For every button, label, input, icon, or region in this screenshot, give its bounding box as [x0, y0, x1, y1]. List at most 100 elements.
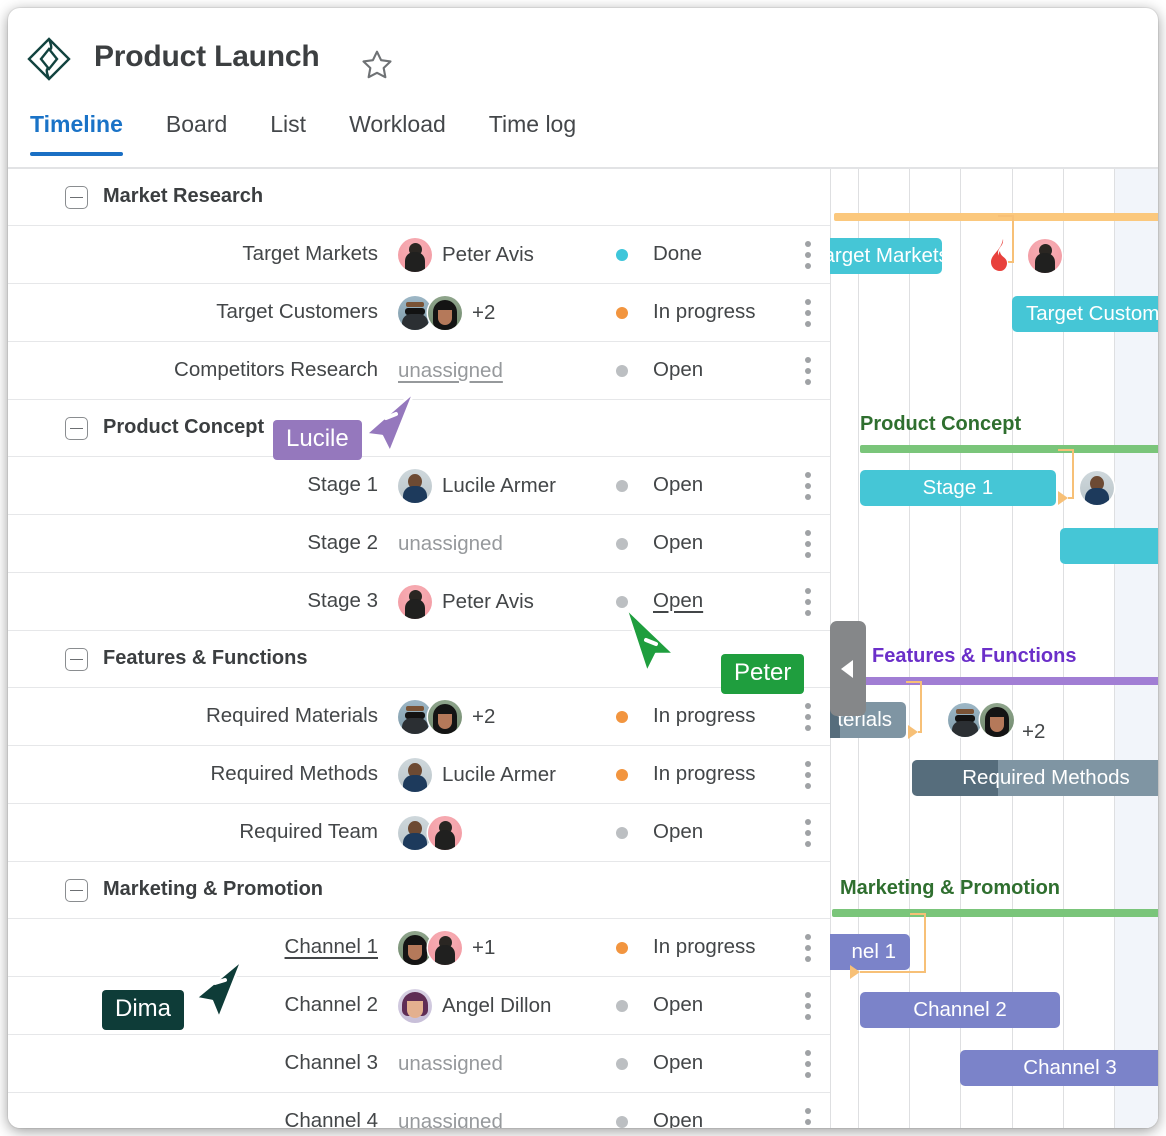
task-name[interactable]: Channel 1 [128, 935, 378, 959]
gantt-bar[interactable]: Required Methods [912, 760, 1158, 796]
row-more-menu-icon[interactable] [800, 528, 816, 560]
tab-time-log[interactable]: Time log [489, 111, 576, 156]
row-more-menu-icon[interactable] [800, 932, 816, 964]
gantt-bar[interactable]: Channel 2 [860, 992, 1060, 1028]
gantt-summary-bar [860, 445, 1158, 453]
status-badge[interactable]: Open [653, 820, 703, 844]
table-row[interactable]: Competitors Research unassigned Open [8, 342, 830, 400]
assignee-overflow-count[interactable]: +2 [1022, 720, 1045, 744]
table-row[interactable]: Stage 1 Lucile Armer Open [8, 457, 830, 515]
avatar[interactable] [398, 584, 432, 619]
gantt-bar[interactable]: Channel 3 [960, 1050, 1158, 1086]
avatar[interactable] [398, 295, 432, 330]
status-badge[interactable]: Open [653, 1109, 703, 1129]
row-more-menu-icon[interactable] [800, 817, 816, 849]
row-more-menu-icon[interactable] [800, 586, 816, 618]
row-more-menu-icon[interactable] [800, 990, 816, 1022]
avatar[interactable] [428, 930, 462, 965]
avatar[interactable] [428, 699, 462, 734]
assignee-overflow-count[interactable]: +1 [472, 936, 495, 960]
gantt-bar[interactable]: Stage 1 [860, 470, 1056, 506]
row-more-menu-icon[interactable] [800, 1106, 816, 1129]
cursor-label: Peter [721, 654, 805, 694]
avatar[interactable] [428, 815, 462, 850]
status-badge[interactable]: Open [653, 993, 703, 1017]
assignee-unassigned[interactable]: unassigned [398, 359, 503, 383]
status-badge[interactable]: Open [653, 1051, 703, 1075]
table-row[interactable]: Target Customers +2 In progress [8, 284, 830, 342]
avatar[interactable] [398, 815, 432, 850]
status-badge[interactable]: Done [653, 242, 702, 266]
row-more-menu-icon[interactable] [800, 1048, 816, 1080]
tab-list[interactable]: List [270, 111, 306, 156]
star-outline-icon[interactable] [360, 48, 394, 82]
gantt-bar[interactable]: Target Customers [1012, 296, 1158, 332]
tab-workload[interactable]: Workload [349, 111, 446, 156]
status-dot [616, 479, 628, 492]
gantt-bar[interactable] [1060, 528, 1158, 564]
table-row[interactable]: Channel 4 unassigned Open [8, 1093, 830, 1128]
tab-timeline[interactable]: Timeline [30, 111, 123, 156]
task-name[interactable]: Channel 4 [128, 1109, 378, 1129]
row-more-menu-icon[interactable] [800, 701, 816, 733]
status-badge[interactable]: In progress [653, 762, 756, 786]
task-name[interactable]: Target Markets [128, 242, 378, 266]
status-dot [616, 826, 628, 839]
row-more-menu-icon[interactable] [800, 759, 816, 791]
assignee-overflow-count[interactable]: +2 [472, 705, 495, 729]
avatar[interactable] [398, 757, 432, 792]
table-row[interactable]: Required Team Open [8, 804, 830, 862]
avatar[interactable] [948, 703, 982, 737]
tab-board[interactable]: Board [166, 111, 227, 156]
tab-label: Board [165, 111, 228, 137]
avatar[interactable] [980, 703, 1014, 737]
task-name[interactable]: Stage 1 [128, 473, 378, 497]
task-name[interactable]: Required Team [128, 820, 378, 844]
avatar[interactable] [398, 237, 432, 272]
table-row[interactable]: Channel 3 unassigned Open [8, 1035, 830, 1093]
table-row[interactable]: Required Methods Lucile Armer In progress [8, 746, 830, 804]
task-name[interactable]: Required Methods [128, 762, 378, 786]
collapse-panel-left-icon[interactable] [830, 621, 866, 716]
avatar[interactable] [428, 295, 462, 330]
avatar[interactable] [398, 930, 432, 965]
task-name[interactable]: Stage 2 [128, 531, 378, 555]
avatar[interactable] [398, 699, 432, 734]
status-badge[interactable]: Open [653, 358, 703, 382]
table-row[interactable]: Stage 2 unassigned Open [8, 515, 830, 573]
status-badge[interactable]: In progress [653, 704, 756, 728]
assignee-overflow-count[interactable]: +2 [472, 301, 495, 325]
task-name[interactable]: Channel 3 [128, 1051, 378, 1075]
avatar[interactable] [398, 988, 432, 1023]
collapse-minus-icon[interactable] [65, 648, 88, 671]
row-more-menu-icon[interactable] [800, 297, 816, 329]
assignee-unassigned[interactable]: unassigned [398, 1052, 503, 1076]
tab-label: Timeline [30, 111, 123, 137]
assignee-unassigned[interactable]: unassigned [398, 1110, 503, 1129]
status-badge[interactable]: Open [653, 531, 703, 555]
table-row[interactable]: Required Materials +2 In progress [8, 688, 830, 746]
table-row[interactable]: Target Markets Peter Avis Done [8, 226, 830, 284]
avatar[interactable] [1028, 239, 1062, 273]
gantt-bar[interactable]: Target Markets [830, 238, 942, 274]
avatar[interactable] [1080, 471, 1114, 505]
status-badge[interactable]: In progress [653, 935, 756, 959]
collapse-minus-icon[interactable] [65, 879, 88, 902]
status-badge[interactable]: In progress [653, 300, 756, 324]
table-row[interactable]: Channel 1 +1 In progress [8, 919, 830, 977]
collapse-minus-icon[interactable] [65, 186, 88, 209]
task-name[interactable]: Stage 3 [128, 589, 378, 613]
collapse-minus-icon[interactable] [65, 417, 88, 440]
table-row[interactable]: Stage 3 Peter Avis Open [8, 573, 830, 631]
status-badge[interactable]: Open [653, 473, 703, 497]
task-name[interactable]: Required Materials [128, 704, 378, 728]
row-more-menu-icon[interactable] [800, 470, 816, 502]
row-more-menu-icon[interactable] [800, 239, 816, 271]
gantt-bar[interactable]: nel 1 [830, 934, 910, 970]
task-name[interactable]: Target Customers [128, 300, 378, 324]
gantt-bar-label: Stage 1 [922, 476, 994, 499]
assignee-unassigned[interactable]: unassigned [398, 532, 503, 556]
task-name[interactable]: Competitors Research [128, 358, 378, 382]
row-more-menu-icon[interactable] [800, 355, 816, 387]
avatar[interactable] [398, 468, 432, 503]
